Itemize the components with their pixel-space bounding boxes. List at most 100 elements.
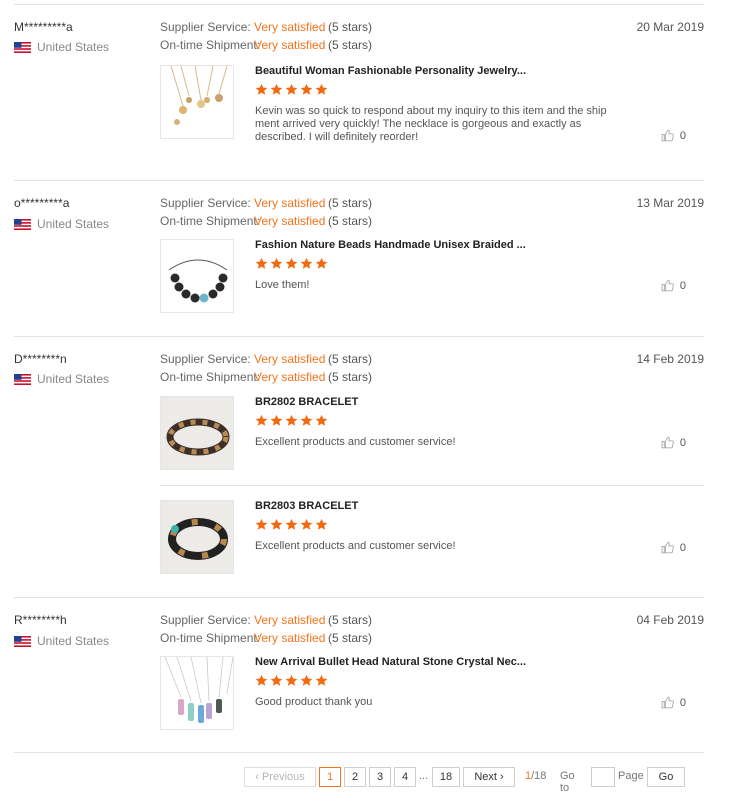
page-button-3[interactable]: 3 (369, 767, 391, 787)
like-count: 0 (679, 696, 686, 709)
product-thumbnail[interactable] (160, 396, 234, 470)
pagination-ellipsis: ... (419, 770, 429, 782)
star-icon (315, 257, 328, 269)
star-icon (270, 414, 283, 426)
review-item: o*********a United States Supplier Servi… (14, 180, 704, 336)
product-thumbnail[interactable] (160, 239, 234, 313)
review-product: BR2803 BRACELET Excellent products and c… (160, 500, 704, 576)
next-page-button[interactable]: Next › (463, 767, 515, 787)
like-count: 0 (679, 436, 686, 449)
product-thumbnail[interactable] (160, 500, 234, 574)
helpful-button[interactable]: 0 (661, 541, 686, 554)
thumbs-up-icon (661, 541, 674, 554)
review-date: 20 Mar 2019 (636, 20, 704, 34)
supplier-service-rating: Supplier Service: Very satisfied (5 stars) (160, 20, 373, 34)
goto-page-input[interactable] (591, 767, 615, 787)
review-text: Excellent products and customer service! (255, 540, 456, 552)
total-pages: /18 (531, 770, 547, 782)
buyer-name: D********n (14, 352, 67, 366)
country-label: United States (37, 217, 110, 231)
thumbs-up-icon (661, 129, 674, 142)
review-text: Kevin was so quick to respond about my i… (255, 105, 607, 143)
product-star-rating (255, 518, 328, 531)
review-product: BR2802 BRACELET Excellent products and c… (160, 396, 704, 472)
like-count: 0 (679, 129, 686, 142)
review-date: 14 Feb 2019 (636, 352, 704, 366)
star-icon (315, 414, 328, 426)
star-icon (255, 518, 268, 530)
buyer-country: United States (14, 372, 109, 386)
star-icon (270, 257, 283, 269)
review-item: M*********a United States Supplier Servi… (14, 4, 704, 180)
supplier-service-rating: Supplier Service: Very satisfied (5 stars) (160, 613, 373, 627)
star-icon (285, 83, 298, 95)
review-product: Fashion Nature Beads Handmade Unisex Bra… (160, 239, 704, 317)
us-flag-icon (14, 218, 31, 230)
star-icon (300, 674, 313, 686)
star-icon (285, 257, 298, 269)
product-title-link[interactable]: Beautiful Woman Fashionable Personality … (255, 65, 526, 77)
page-label: Page (618, 770, 644, 782)
thumbs-up-icon (661, 279, 674, 292)
product-title-link[interactable]: BR2802 BRACELET (255, 396, 358, 408)
product-star-rating (255, 674, 328, 687)
review-text: Love them! (255, 279, 310, 291)
product-star-rating (255, 257, 328, 270)
country-label: United States (37, 634, 110, 648)
star-icon (315, 674, 328, 686)
country-label: United States (37, 372, 110, 386)
helpful-button[interactable]: 0 (661, 279, 686, 292)
page-button-2[interactable]: 2 (344, 767, 366, 787)
us-flag-icon (14, 373, 31, 385)
ontime-shipment-rating: On-time Shipment:Very satisfied (5 stars) (160, 214, 373, 228)
helpful-button[interactable]: 0 (661, 436, 686, 449)
product-title-link[interactable]: New Arrival Bullet Head Natural Stone Cr… (255, 656, 526, 668)
star-icon (255, 83, 268, 95)
star-icon (300, 257, 313, 269)
star-icon (300, 518, 313, 530)
review-item: D********n United States Supplier Servic… (14, 336, 704, 597)
previous-page-button[interactable]: ‹ Previous (244, 767, 316, 787)
product-star-rating (255, 414, 328, 427)
buyer-country: United States (14, 217, 109, 231)
star-icon (300, 83, 313, 95)
product-title-link[interactable]: Fashion Nature Beads Handmade Unisex Bra… (255, 239, 526, 251)
review-text: Excellent products and customer service! (255, 436, 456, 448)
review-date: 13 Mar 2019 (636, 196, 704, 210)
star-icon (315, 518, 328, 530)
buyer-country: United States (14, 40, 109, 54)
star-icon (315, 83, 328, 95)
review-item: R********h United States Supplier Servic… (14, 597, 704, 752)
chevron-right-icon: › (496, 771, 504, 783)
us-flag-icon (14, 41, 31, 53)
star-icon (300, 414, 313, 426)
page-button-18[interactable]: 18 (432, 767, 460, 787)
product-thumbnail[interactable] (160, 65, 234, 139)
product-title-link[interactable]: BR2803 BRACELET (255, 500, 358, 512)
product-thumbnail[interactable] (160, 656, 234, 730)
helpful-button[interactable]: 0 (661, 696, 686, 709)
pagination-divider (14, 752, 704, 753)
country-label: United States (37, 40, 110, 54)
product-divider (160, 485, 704, 486)
supplier-service-rating: Supplier Service: Very satisfied (5 stars) (160, 352, 373, 366)
product-star-rating (255, 83, 328, 96)
ontime-shipment-rating: On-time Shipment:Very satisfied (5 stars) (160, 38, 373, 52)
star-icon (270, 674, 283, 686)
thumbs-up-icon (661, 436, 674, 449)
us-flag-icon (14, 635, 31, 647)
thumbs-up-icon (661, 696, 674, 709)
buyer-name: o*********a (14, 196, 70, 210)
star-icon (255, 674, 268, 686)
star-icon (270, 83, 283, 95)
ontime-shipment-rating: On-time Shipment:Very satisfied (5 stars) (160, 631, 373, 645)
like-count: 0 (679, 279, 686, 292)
page-button-4[interactable]: 4 (394, 767, 416, 787)
helpful-button[interactable]: 0 (661, 129, 686, 142)
page-indicator: 1/18 (525, 770, 546, 782)
go-button[interactable]: Go (647, 767, 685, 787)
page-button-1[interactable]: 1 (319, 767, 341, 787)
review-date: 04 Feb 2019 (636, 613, 704, 627)
review-product: Beautiful Woman Fashionable Personality … (160, 65, 704, 155)
buyer-name: M*********a (14, 20, 73, 34)
